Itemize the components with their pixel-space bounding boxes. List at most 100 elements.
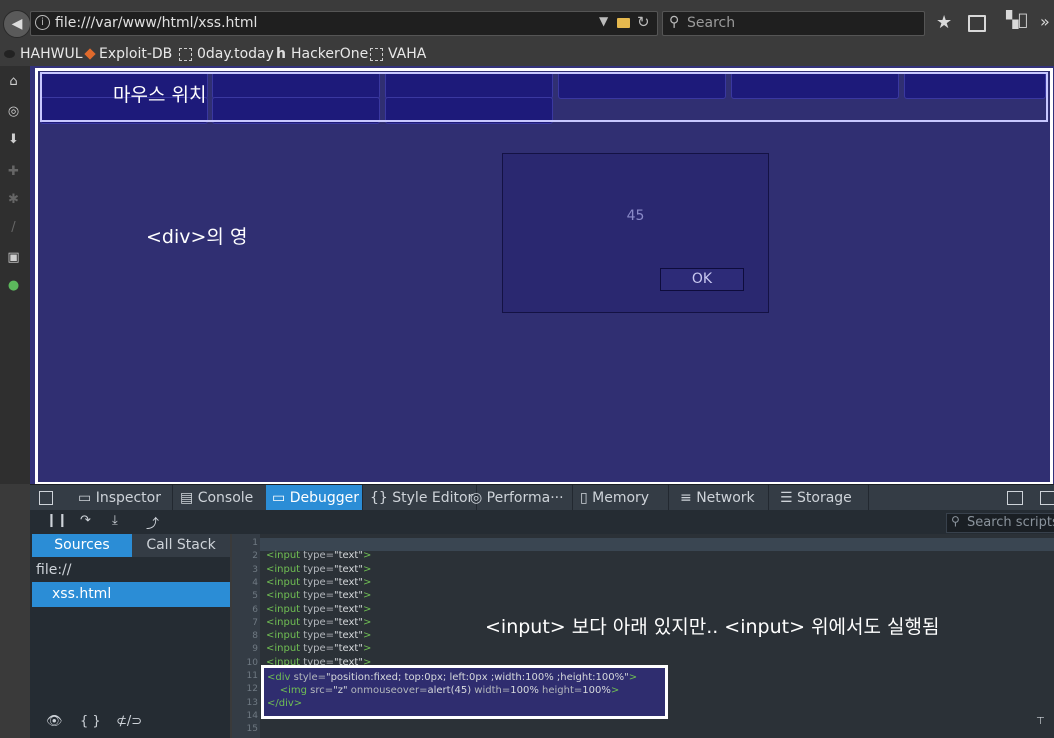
- hackerone-favicon-icon: h: [276, 46, 286, 62]
- eye-icon[interactable]: 👁: [46, 714, 63, 729]
- tab-style-editor[interactable]: {} Style Editor: [364, 485, 477, 511]
- code-line: <input type="text">: [266, 603, 372, 615]
- overflow-menu-icon[interactable]: »: [1040, 12, 1050, 31]
- tab-console[interactable]: ▤ Console: [174, 485, 271, 511]
- highlighted-code-box: <div style="position:fixed; top:0px; lef…: [261, 665, 668, 719]
- folder-icon[interactable]: [617, 18, 630, 28]
- tab-sources[interactable]: Sources: [32, 534, 132, 557]
- ok-button[interactable]: OK: [660, 268, 744, 291]
- code-line: <input type="text">: [266, 616, 372, 628]
- page-favicon-icon: [179, 47, 192, 61]
- dropdown-arrow-icon[interactable]: ▼: [599, 14, 608, 28]
- tab-network[interactable]: ≡ Network: [674, 485, 769, 511]
- line-number[interactable]: 3: [240, 565, 258, 575]
- addon-sidebar: ⌂ ◎ ⬇ ✚ ✱ / ▣ ●: [0, 66, 30, 484]
- alert-dialog: 45 OK: [502, 153, 769, 313]
- note-icon[interactable]: ▣: [6, 250, 21, 265]
- tab-memory[interactable]: ▯ Memory: [574, 485, 669, 511]
- line-number[interactable]: 10: [240, 658, 258, 668]
- bookmark-hackerone[interactable]: h HackerOne: [276, 46, 368, 62]
- resize-grip-icon[interactable]: ⊤: [1036, 716, 1045, 727]
- bookmark-label: Exploit-DB: [99, 46, 173, 62]
- home-icon[interactable]: ⌂: [6, 74, 21, 89]
- bookmarks-toolbar: HAHWUL Exploit-DB 0day.today h HackerOne…: [0, 44, 1054, 66]
- current-line-highlight: [260, 538, 1054, 551]
- tab-performance[interactable]: ◎ Performa···: [464, 485, 573, 511]
- code-line: <img src="z" onmouseover=alert(45) width…: [267, 685, 620, 696]
- source-origin[interactable]: file://: [36, 562, 71, 578]
- code-line: <input type="text">: [266, 563, 372, 575]
- search-icon: ⚲: [951, 514, 960, 528]
- reload-icon[interactable]: ↻: [637, 13, 650, 31]
- extension-icon[interactable]: ▚⃞: [1006, 10, 1030, 34]
- pause-icon[interactable]: ❙❙: [46, 513, 68, 528]
- line-number[interactable]: 6: [240, 605, 258, 615]
- tab-storage[interactable]: ☰ Storage: [774, 485, 869, 511]
- line-number[interactable]: 8: [240, 631, 258, 641]
- pen-icon[interactable]: /: [6, 220, 21, 235]
- tab-label: Storage: [797, 490, 852, 506]
- search-input[interactable]: ⚲ Search: [662, 11, 925, 36]
- bookmark-vaha[interactable]: VAHA: [370, 46, 426, 62]
- hahwul-favicon-icon: [4, 50, 15, 58]
- line-number[interactable]: 14: [240, 711, 258, 721]
- annotation-note: <input> 보다 아래 있지만.. <input> 위에서도 실행됨: [485, 616, 940, 638]
- line-number[interactable]: 13: [240, 698, 258, 708]
- line-number[interactable]: 1: [240, 538, 258, 548]
- line-number[interactable]: 7: [240, 618, 258, 628]
- browser-toolbar: ◀ i file:///var/www/html/xss.html ▼ ↻ ⚲ …: [0, 0, 1054, 44]
- bookmark-0day-today[interactable]: 0day.today: [179, 46, 274, 62]
- bookmark-label: HackerOne: [290, 46, 369, 62]
- debugger-toolbar: ❙❙ ↷ ⤓ ⤴ ⚲ Search scripts: [30, 510, 1054, 534]
- search-scripts-placeholder: Search scripts: [967, 515, 1054, 530]
- tab-inspector[interactable]: ▭ Inspector: [72, 485, 173, 511]
- bookmark-label: HAHWUL: [20, 46, 83, 62]
- line-number[interactable]: 4: [240, 578, 258, 588]
- blackbox-icon[interactable]: ⊄/⊃: [116, 714, 142, 729]
- tab-call-stack[interactable]: Call Stack: [132, 534, 230, 557]
- history-icon[interactable]: ◎: [6, 104, 21, 119]
- bookmark-star-icon[interactable]: ★: [936, 12, 952, 33]
- line-number[interactable]: 11: [240, 671, 258, 681]
- line-number[interactable]: 9: [240, 644, 258, 654]
- info-icon[interactable]: i: [35, 15, 50, 30]
- addon-green-icon[interactable]: ●: [6, 278, 21, 293]
- devtools-tabbar: ▭ Inspector ▤ Console ▭ Debugger {} Styl…: [30, 484, 1054, 511]
- code-line: <input type="text">: [266, 630, 372, 642]
- bug-icon[interactable]: ✱: [6, 192, 21, 207]
- bookmark-label: 0day.today: [197, 46, 274, 62]
- page-favicon-icon: [370, 47, 383, 61]
- code-line: <input type="text">: [266, 576, 372, 588]
- dock-side-icon[interactable]: [1040, 491, 1054, 505]
- url-text[interactable]: file:///var/www/html/xss.html: [55, 15, 257, 31]
- url-bar[interactable]: i file:///var/www/html/xss.html ▼ ↻: [30, 11, 658, 36]
- line-number[interactable]: 5: [240, 591, 258, 601]
- split-layout-icon[interactable]: [1007, 491, 1023, 505]
- step-in-icon[interactable]: ⤓: [112, 513, 118, 528]
- mouse-position-label: 마우스 위치: [113, 84, 207, 106]
- bookmark-exploit-db[interactable]: Exploit-DB: [84, 46, 173, 62]
- line-number[interactable]: 12: [240, 684, 258, 694]
- source-file-item[interactable]: xss.html: [32, 582, 230, 607]
- bookmark-label: VAHA: [388, 46, 427, 62]
- download-icon[interactable]: ⬇: [6, 132, 21, 147]
- reading-list-icon[interactable]: [968, 15, 986, 32]
- back-arrow-icon[interactable]: ◀: [3, 10, 31, 38]
- bookmark-hahwul[interactable]: HAHWUL: [4, 46, 83, 62]
- code-line: <input type="text">: [266, 550, 372, 562]
- search-scripts-input[interactable]: ⚲ Search scripts: [946, 513, 1054, 533]
- sources-panel: Sources Call Stack file:// xss.html 👁 { …: [30, 534, 230, 738]
- line-number[interactable]: 15: [240, 724, 258, 734]
- step-over-icon[interactable]: ↷: [80, 513, 91, 528]
- tab-debugger[interactable]: ▭ Debugger: [266, 485, 363, 511]
- code-line: </div>: [267, 698, 303, 709]
- element-picker-icon[interactable]: [39, 491, 53, 505]
- div-area-label: <div>의 영: [146, 226, 248, 248]
- tab-label: Console: [197, 490, 254, 506]
- tab-label: Memory: [592, 490, 650, 506]
- step-out-icon[interactable]: ⤴: [146, 513, 159, 532]
- pretty-print-icon[interactable]: { }: [80, 714, 101, 729]
- puzzle-icon[interactable]: ✚: [6, 164, 21, 179]
- line-number[interactable]: 2: [240, 551, 258, 561]
- alert-message: 45: [626, 208, 645, 224]
